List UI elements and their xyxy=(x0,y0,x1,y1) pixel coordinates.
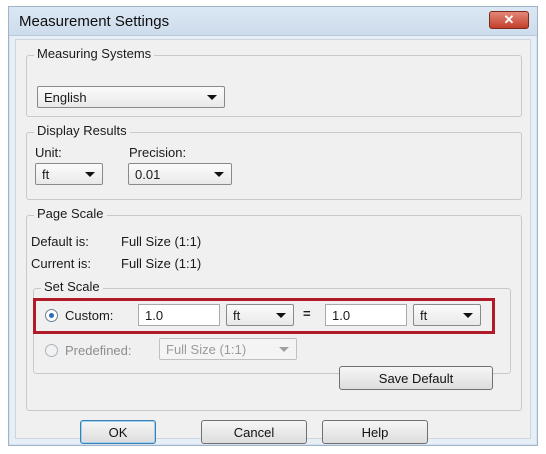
custom-left-unit-value: ft xyxy=(233,307,241,323)
page-scale-group: Page Scale Default is: Full Size (1:1) C… xyxy=(26,206,522,411)
predefined-scale-label: Predefined: xyxy=(65,343,132,358)
chevron-down-icon xyxy=(276,312,286,318)
predefined-scale-value: Full Size (1:1) xyxy=(166,341,247,357)
measuring-systems-group: Measuring Systems English xyxy=(26,46,522,117)
custom-right-unit-value: ft xyxy=(420,307,428,323)
dialog-body: Measuring Systems English Display Result… xyxy=(15,39,531,444)
close-icon: ✕ xyxy=(503,12,515,27)
precision-value: 0.01 xyxy=(135,166,161,182)
custom-scale-label: Custom: xyxy=(65,308,114,323)
measurement-settings-dialog: Measurement Settings ✕ Measuring Systems… xyxy=(8,6,538,446)
chevron-down-icon xyxy=(463,312,473,318)
chevron-down-icon xyxy=(207,94,217,100)
close-button[interactable]: ✕ xyxy=(489,11,529,29)
title-bar: Measurement Settings ✕ xyxy=(9,7,537,36)
display-results-group: Display Results Unit: ft Precision: 0.01 xyxy=(26,123,522,200)
unit-label: Unit: xyxy=(35,145,62,160)
current-scale-value: Full Size (1:1) xyxy=(121,256,202,271)
help-button[interactable]: Help xyxy=(322,420,428,444)
unit-select[interactable]: ft xyxy=(35,163,103,185)
chevron-down-icon xyxy=(214,171,224,177)
measuring-system-value: English xyxy=(44,89,87,105)
display-results-legend: Display Results xyxy=(34,123,130,138)
chevron-down-icon xyxy=(279,346,289,352)
default-scale-label: Default is: xyxy=(31,234,89,249)
custom-right-value-input[interactable]: 1.0 xyxy=(325,304,407,326)
set-scale-legend: Set Scale xyxy=(41,279,103,294)
cancel-button[interactable]: Cancel xyxy=(201,420,307,444)
ok-button[interactable]: OK xyxy=(80,420,156,444)
predefined-scale-select[interactable]: Full Size (1:1) xyxy=(159,338,297,360)
custom-right-unit-select[interactable]: ft xyxy=(413,304,481,326)
equals-sign: = xyxy=(303,306,311,321)
chevron-down-icon xyxy=(85,171,95,177)
predefined-scale-radio[interactable] xyxy=(45,344,58,357)
measuring-system-select[interactable]: English xyxy=(37,86,225,108)
measuring-systems-legend: Measuring Systems xyxy=(34,46,155,61)
custom-left-value-input[interactable]: 1.0 xyxy=(138,304,220,326)
custom-left-unit-select[interactable]: ft xyxy=(226,304,294,326)
unit-value: ft xyxy=(42,166,50,182)
save-default-button[interactable]: Save Default xyxy=(339,366,493,390)
dialog-title: Measurement Settings xyxy=(19,13,170,30)
page-scale-legend: Page Scale xyxy=(34,206,107,221)
precision-label: Precision: xyxy=(129,145,187,160)
current-scale-label: Current is: xyxy=(31,256,91,271)
custom-scale-radio[interactable] xyxy=(45,309,58,322)
precision-select[interactable]: 0.01 xyxy=(128,163,232,185)
default-scale-value: Full Size (1:1) xyxy=(121,234,202,249)
